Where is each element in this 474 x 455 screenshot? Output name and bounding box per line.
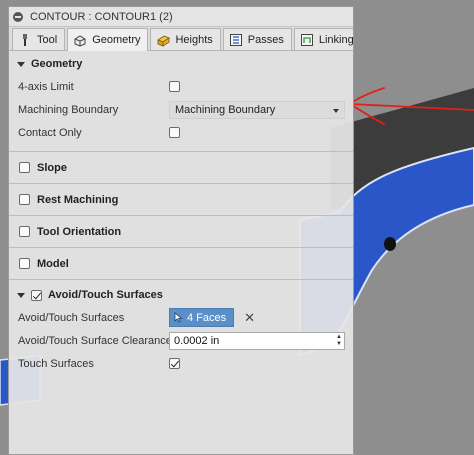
tab-linking[interactable]: Linking: [293, 28, 354, 50]
rest-machining-section[interactable]: Rest Machining: [9, 184, 353, 215]
chevron-down-icon[interactable]: [17, 61, 25, 67]
contact-only-label: Contact Only: [18, 126, 82, 139]
section-title: Tool Orientation: [37, 225, 122, 238]
section-title: Rest Machining: [37, 193, 119, 206]
tab-label: Geometry: [92, 34, 141, 46]
contour-dialog: CONTOUR : CONTOUR1 (2) Tool Geometry Hei…: [8, 6, 354, 455]
tab-bar: Tool Geometry Heights Passes Linking: [9, 27, 353, 51]
section-title: Model: [37, 257, 69, 270]
contact-only-checkbox[interactable]: [169, 127, 180, 138]
machining-boundary-label: Machining Boundary: [18, 103, 119, 116]
clearance-row: Avoid/Touch Surface Clearance 0.0002 in …: [9, 329, 353, 352]
machining-boundary-select[interactable]: Machining Boundary: [169, 100, 345, 119]
tab-label: Passes: [247, 33, 284, 46]
slope-checkbox[interactable]: [19, 162, 30, 173]
tool-orientation-section[interactable]: Tool Orientation: [9, 216, 353, 247]
tab-tool[interactable]: Tool: [12, 28, 66, 50]
tab-label: Heights: [175, 33, 213, 46]
model-checkbox[interactable]: [19, 258, 30, 269]
linking-icon: [300, 33, 313, 46]
collapse-icon[interactable]: [13, 11, 23, 22]
touch-surfaces-row: Touch Surfaces: [9, 352, 353, 375]
tool-orientation-checkbox[interactable]: [19, 226, 30, 237]
avoid-touch-enable-checkbox[interactable]: [31, 289, 42, 301]
avoid-surfaces-label: Avoid/Touch Surfaces: [18, 311, 125, 324]
select-value: Machining Boundary: [175, 103, 276, 116]
geometry-section-header[interactable]: Geometry: [9, 53, 353, 75]
dropdown-caret-icon: [333, 108, 339, 113]
section-title: Geometry: [31, 58, 83, 70]
avoid-surfaces-control: 4 Faces ✕: [169, 308, 255, 327]
rest-machining-checkbox[interactable]: [19, 194, 30, 205]
spinner-icon[interactable]: ▲ ▼: [336, 334, 342, 348]
touch-surfaces-checkbox[interactable]: [169, 358, 180, 369]
clearance-label: Avoid/Touch Surface Clearance: [18, 334, 172, 347]
tab-heights[interactable]: Heights: [150, 28, 221, 50]
machining-boundary-row: Machining Boundary Machining Boundary: [9, 98, 353, 121]
clear-selection-icon[interactable]: ✕: [244, 310, 255, 326]
dialog-title: CONTOUR : CONTOUR1 (2): [30, 10, 173, 23]
cursor-arrow-icon: [174, 312, 183, 323]
model-section[interactable]: Model: [9, 248, 353, 279]
touch-surfaces-label: Touch Surfaces: [18, 357, 94, 370]
contact-only-row: Contact Only: [9, 121, 353, 144]
passes-icon: [229, 33, 242, 46]
four-axis-checkbox[interactable]: [169, 81, 180, 92]
divider: [9, 279, 353, 280]
four-axis-limit-row: 4-axis Limit: [9, 75, 353, 98]
part-hole: [384, 237, 396, 251]
tool-icon: [23, 33, 27, 46]
faces-count: 4 Faces: [187, 311, 227, 324]
select-faces-button[interactable]: 4 Faces: [169, 308, 235, 327]
tab-label: Tool: [37, 33, 58, 46]
section-title: Avoid/Touch Surfaces: [48, 289, 163, 301]
clearance-input[interactable]: 0.0002 in ▲ ▼: [169, 331, 345, 350]
heights-icon: [157, 35, 171, 47]
avoid-touch-section-header[interactable]: Avoid/Touch Surfaces: [9, 284, 353, 306]
avoid-surfaces-row: Avoid/Touch Surfaces 4 Faces ✕: [9, 306, 353, 329]
slope-section[interactable]: Slope: [9, 152, 353, 183]
four-axis-label: 4-axis Limit: [18, 80, 74, 93]
tab-passes[interactable]: Passes: [222, 28, 292, 50]
tab-label: Linking: [318, 33, 354, 46]
dialog-titlebar[interactable]: CONTOUR : CONTOUR1 (2): [9, 7, 353, 27]
clearance-value: 0.0002 in: [174, 334, 220, 347]
section-title: Slope: [37, 161, 67, 174]
chevron-down-icon[interactable]: [17, 292, 25, 298]
geometry-icon: [74, 35, 86, 47]
tab-geometry[interactable]: Geometry: [67, 28, 149, 51]
